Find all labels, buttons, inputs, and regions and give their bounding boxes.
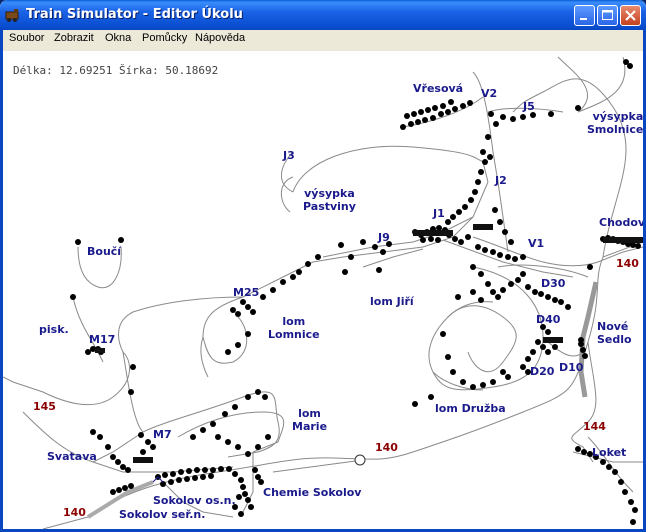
label-m25[interactable]: M25	[233, 286, 259, 299]
speed-label-140-right: 140	[616, 257, 639, 270]
window-title: Train Simulator - Editor Úkolu	[26, 7, 243, 22]
label-sokolov-ser[interactable]: Sokolov seř.n.	[119, 508, 205, 521]
label-d10[interactable]: D10	[559, 361, 583, 374]
speed-label-140-mid: 140	[375, 441, 398, 454]
label-v1[interactable]: V1	[528, 237, 544, 250]
minimize-button[interactable]	[574, 5, 595, 26]
app-window: Train Simulator - Editor Úkolu Soubor Zo…	[0, 0, 646, 532]
minimize-icon	[580, 18, 587, 20]
label-loket[interactable]: Loket	[592, 446, 626, 459]
label-svatava[interactable]: Svatava	[47, 450, 97, 463]
menu-zobrazit[interactable]: Zobrazit	[54, 32, 94, 44]
speed-label-144: 144	[583, 420, 606, 433]
label-pisk[interactable]: pisk.	[39, 323, 69, 336]
coordinates-readout: Délka: 12.69251 Šírka: 50.18692	[13, 64, 219, 77]
label-m17[interactable]: M17	[89, 333, 115, 346]
label-m7[interactable]: M7	[153, 428, 172, 441]
label-vysypka-pastviny[interactable]: výsypka Pastviny	[303, 187, 356, 213]
map-canvas[interactable]: Délka: 12.69251 Šírka: 50.18692 Vřesová …	[3, 52, 643, 529]
label-j9[interactable]: J9	[378, 231, 390, 244]
menu-napoveda[interactable]: Nápověda	[195, 32, 245, 44]
title-bar[interactable]: Train Simulator - Editor Úkolu	[0, 0, 646, 30]
label-lom-druzba[interactable]: lom Družba	[435, 402, 506, 415]
label-d40[interactable]: D40	[536, 313, 560, 326]
label-j1[interactable]: J1	[433, 207, 445, 220]
label-d30[interactable]: D30	[541, 277, 565, 290]
app-icon	[5, 9, 19, 22]
label-sokolov-os[interactable]: Sokolov os.n.	[153, 494, 236, 507]
label-chemie-sokolov[interactable]: Chemie Sokolov	[263, 486, 361, 499]
label-lom-lomnice[interactable]: lom Lomnice	[268, 315, 320, 341]
label-vresova[interactable]: Vřesová	[413, 82, 463, 95]
menu-soubor[interactable]: Soubor	[9, 32, 44, 44]
menu-bar: Soubor Zobrazit Okna Pomůcky Nápověda	[3, 30, 643, 50]
label-lom-jiri[interactable]: lom Jiří	[370, 295, 414, 308]
close-icon	[625, 10, 636, 21]
label-v2[interactable]: V2	[481, 87, 497, 100]
label-bouci[interactable]: Boučí	[87, 245, 121, 258]
label-j3[interactable]: J3	[283, 149, 295, 162]
menu-pomucky[interactable]: Pomůcky	[142, 32, 187, 44]
label-nove-sedlo[interactable]: Nové Sedlo	[597, 320, 632, 346]
label-d20[interactable]: D20	[530, 365, 554, 378]
window-frame-left	[0, 30, 3, 532]
label-vysypka-smolnice[interactable]: výsypka Smolnice	[587, 110, 643, 136]
maximize-button[interactable]	[597, 5, 618, 26]
label-j2[interactable]: J2	[495, 174, 507, 187]
menu-okna[interactable]: Okna	[105, 32, 131, 44]
label-j5[interactable]: J5	[523, 100, 535, 113]
track-map[interactable]	[3, 52, 643, 529]
close-button[interactable]	[620, 5, 641, 26]
speed-label-140-left: 140	[63, 506, 86, 519]
maximize-icon	[602, 10, 613, 20]
speed-label-145: 145	[33, 400, 56, 413]
label-chodov[interactable]: Chodov	[599, 216, 643, 229]
label-lom-marie[interactable]: lom Marie	[292, 407, 327, 433]
